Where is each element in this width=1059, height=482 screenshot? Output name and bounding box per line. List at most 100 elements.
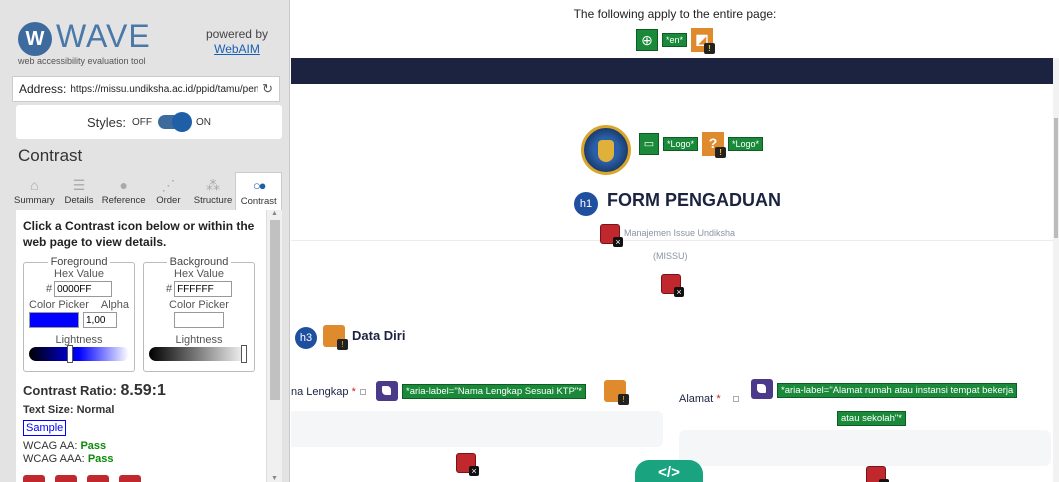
scroll-thumb[interactable] xyxy=(270,220,280,400)
color-pickers: Foreground Hex Value # Color Picker Alpha… xyxy=(23,256,259,372)
tab-contrast[interactable]: ○● Contrast xyxy=(235,172,283,210)
fg-alpha-input[interactable] xyxy=(83,312,117,328)
styles-label: Styles: xyxy=(86,114,126,130)
logo-wave-icons: ▭ *Logo* ? *Logo* xyxy=(639,132,764,158)
aria-icon[interactable] xyxy=(751,379,773,399)
fg-alpha-label: Alpha xyxy=(100,299,129,311)
contrast-error-icons xyxy=(23,475,259,482)
fg-hex-input[interactable] xyxy=(54,281,113,297)
styles-off-label: OFF xyxy=(132,116,152,128)
tab-summary[interactable]: ⌂ Summary xyxy=(12,172,57,210)
contrast-panel: Click a Contrast icon below or within th… xyxy=(16,210,266,482)
tab-reference[interactable]: ● Reference xyxy=(101,172,146,210)
address-input-field[interactable] xyxy=(679,430,1051,466)
error-icon[interactable] xyxy=(866,466,889,482)
address-label: Address: xyxy=(19,82,67,96)
heading-alert-icon[interactable] xyxy=(323,325,348,350)
tab-order[interactable]: ⋰ Order xyxy=(146,172,191,210)
webaim-link[interactable]: WebAIM xyxy=(206,42,268,57)
wave-logo-icon: W xyxy=(18,22,52,56)
aria-label-tag: *aria-label="Nama Lengkap Sesuai KTP"* xyxy=(402,384,586,399)
form-title: FORM PENGADUAN xyxy=(607,190,781,210)
scroll-down-icon[interactable]: ▼ xyxy=(271,475,278,482)
sample-text: Sample xyxy=(23,420,67,436)
tab-label: Structure xyxy=(193,195,233,206)
field-name-text: na Lengkap xyxy=(291,386,349,398)
background-legend: Background xyxy=(169,256,229,268)
contrast-error-icon[interactable] xyxy=(23,475,45,482)
tab-label: Order xyxy=(156,195,181,206)
h1-heading-icon[interactable]: h1 xyxy=(574,192,598,216)
alert-icon[interactable]: ◩ xyxy=(691,28,716,54)
section-title: Contrast xyxy=(18,146,83,165)
fg-color-swatch[interactable] xyxy=(29,312,79,328)
question-alert-icon[interactable]: ? xyxy=(702,132,727,158)
tab-details[interactable]: ☰ Details xyxy=(57,172,102,210)
wcag-aaa-label: WCAG AAA: xyxy=(23,453,85,465)
language-globe-icon[interactable]: ⊕ xyxy=(636,29,658,51)
panel-scrollbar[interactable]: ▲ ▼ xyxy=(266,210,282,482)
error-icon[interactable] xyxy=(661,274,684,297)
bg-lightness-knob[interactable] xyxy=(241,345,247,363)
error-icon[interactable] xyxy=(600,224,623,247)
tab-structure[interactable]: ⁂ Structure xyxy=(191,172,236,210)
styles-toggle[interactable] xyxy=(158,112,192,132)
fg-hash: # xyxy=(45,283,53,295)
wcag-aaa: WCAG AAA: Pass xyxy=(23,453,259,465)
page-scrollbar[interactable] xyxy=(1053,58,1059,482)
code-view-button[interactable]: </> xyxy=(635,460,703,482)
address-bar: Address: ↻ xyxy=(12,76,280,102)
site-navbar xyxy=(291,58,1053,84)
required-mark: * xyxy=(716,393,721,405)
fg-hex-label: Hex Value xyxy=(54,268,104,280)
tab-label: Reference xyxy=(101,195,146,206)
bg-hex-input[interactable] xyxy=(174,281,233,297)
wcag-aa: WCAG AA: Pass xyxy=(23,440,259,452)
wave-sidebar: W WAVE web accessibility evaluation tool… xyxy=(0,0,290,482)
section-heading: Data Diri xyxy=(352,328,406,343)
name-input[interactable] xyxy=(291,411,663,447)
missu-abbr: (MISSU) xyxy=(653,251,688,261)
wave-tabs: ⌂ Summary ☰ Details ● Reference ⋰ Order ⁂ Str… xyxy=(12,172,283,210)
text-size: Text Size: Normal xyxy=(23,404,115,416)
tab-label: Details xyxy=(64,195,94,206)
powered-by-text: powered by xyxy=(205,27,268,41)
info-icon: ● xyxy=(119,177,128,193)
contrast-ratio: Contrast Ratio: 8.59:1 xyxy=(23,382,259,400)
page-scroll-thumb[interactable] xyxy=(1054,118,1058,238)
field-alert-icon[interactable] xyxy=(604,380,629,405)
bg-lightness-slider[interactable] xyxy=(149,345,249,363)
reload-icon[interactable]: ↻ xyxy=(262,81,273,97)
home-icon: ⌂ xyxy=(30,177,39,193)
fg-lightness-slider[interactable] xyxy=(29,345,129,363)
wave-brand: W WAVE web accessibility evaluation tool… xyxy=(12,12,274,66)
page-level-notice: The following apply to the entire page: xyxy=(573,7,777,21)
error-icon[interactable] xyxy=(456,453,479,476)
logo-alt-tag-2: *Logo* xyxy=(728,137,764,151)
contrast-error-icon[interactable] xyxy=(55,475,77,482)
list-icon: ☰ xyxy=(72,177,86,193)
wave-subtitle: web accessibility evaluation tool xyxy=(18,56,146,66)
order-icon: ⋰ xyxy=(161,177,176,193)
contrast-error-icon[interactable] xyxy=(87,475,109,482)
fg-color-picker-label: Color Picker xyxy=(29,299,89,311)
wave-brand-name: WAVE xyxy=(56,18,151,54)
language-tag: *en* xyxy=(662,33,688,47)
bg-color-swatch[interactable] xyxy=(174,312,224,328)
structure-icon: ⁂ xyxy=(206,177,221,193)
scroll-up-icon[interactable]: ▲ xyxy=(271,210,278,217)
logo-alt-tag: *Logo* xyxy=(663,137,699,151)
h3-heading-icon[interactable]: h3 xyxy=(295,327,317,349)
university-seal-logo xyxy=(581,125,631,175)
contrast-error-icon[interactable] xyxy=(119,475,141,482)
evaluated-page: The following apply to the entire page: … xyxy=(291,0,1059,482)
form-row: na Lengkap * *aria-label="Nama Lengkap S… xyxy=(291,379,1053,426)
background-picker: Background Hex Value # Color Picker Ligh… xyxy=(143,256,255,372)
foreground-picker: Foreground Hex Value # Color Picker Alpha… xyxy=(23,256,135,372)
missu-name: Manajemen Issue Undiksha xyxy=(624,228,736,238)
aria-icon[interactable] xyxy=(376,381,398,401)
alt-text-icon[interactable]: ▭ xyxy=(639,133,659,155)
aria-label-tag: *aria-label="Alamat rumah atau instansi … xyxy=(777,383,1018,398)
address-input[interactable] xyxy=(70,83,259,95)
fg-lightness-knob[interactable] xyxy=(67,345,73,363)
